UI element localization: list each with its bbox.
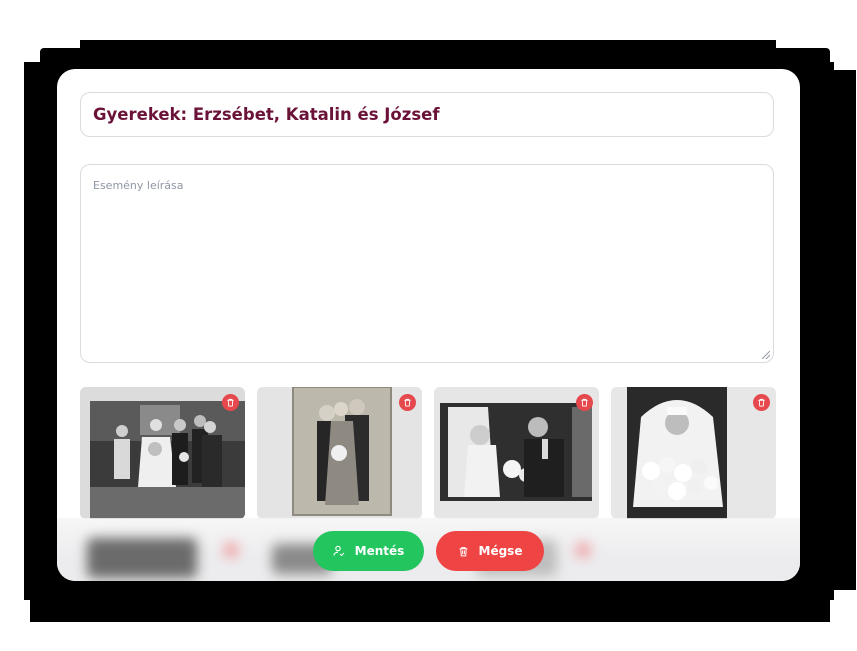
background-frame: [820, 70, 856, 590]
blurred-delete-badge: [575, 542, 591, 558]
edit-event-card: Gyerekek: Erzsébet, Katalin és József Es…: [57, 69, 800, 581]
title-field-value: Gyerekek: Erzsébet, Katalin és József: [93, 105, 440, 124]
background-frame: [30, 590, 830, 622]
photo-image: [434, 387, 599, 519]
delete-photo-button[interactable]: [753, 394, 770, 411]
photo-image: [80, 387, 245, 519]
textarea-resize-handle[interactable]: [762, 351, 770, 359]
photo-thumbnail[interactable]: [611, 387, 776, 519]
description-textarea[interactable]: Esemény leírása: [80, 164, 774, 363]
description-placeholder: Esemény leírása: [93, 179, 184, 192]
photo-image: [611, 387, 776, 519]
save-button-label: Mentés: [354, 544, 405, 558]
photo-thumbnail[interactable]: [257, 387, 422, 519]
photo-gallery: [80, 387, 777, 527]
cancel-button-label: Mégse: [478, 544, 523, 558]
delete-photo-button[interactable]: [576, 394, 593, 411]
title-field[interactable]: Gyerekek: Erzsébet, Katalin és József: [80, 92, 774, 137]
trash-icon: [459, 546, 467, 556]
delete-photo-button[interactable]: [399, 394, 416, 411]
photo-thumbnail[interactable]: [434, 387, 599, 519]
action-bar: [57, 518, 800, 581]
trash-icon: [581, 398, 588, 407]
delete-photo-button[interactable]: [222, 394, 239, 411]
blurred-delete-badge: [223, 542, 239, 558]
cancel-button[interactable]: Mégse: [436, 531, 544, 571]
trash-icon: [758, 398, 765, 407]
photo-image: [257, 387, 422, 519]
user-check-icon: [333, 545, 345, 557]
trash-icon: [227, 398, 234, 407]
trash-icon: [404, 398, 411, 407]
blurred-photo-thumbnail: [87, 538, 197, 578]
save-button[interactable]: Mentés: [313, 531, 424, 571]
photo-thumbnail[interactable]: [80, 387, 245, 519]
